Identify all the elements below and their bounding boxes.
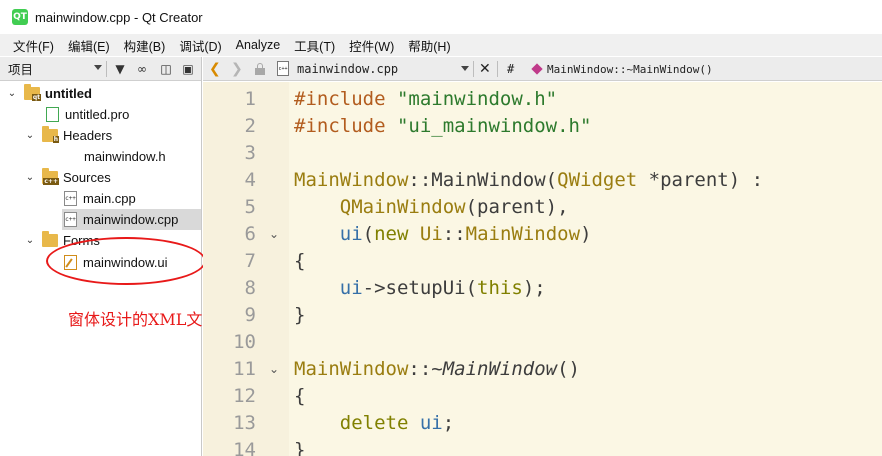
open-file-combo[interactable]: mainwindow.cpp [297,57,398,81]
tree-item-untitled[interactable]: ⌄ qt untitled [6,83,92,104]
filter-icon[interactable]: ▼ [112,61,128,77]
line-number: 2 [244,115,256,137]
close-pane-icon[interactable]: ▣ [180,61,196,77]
project-folder-icon: qt [24,84,41,101]
chevron-down-icon[interactable]: ⌄ [6,88,18,100]
line-number-gutter: 1 2 3 4 5 6 ⌄ 7 8 9 10 11 ⌄ 12 13 14 [203,82,289,456]
code-line-4[interactable]: MainWindow::MainWindow(QWidget *parent) … [294,167,763,194]
code-line-6[interactable]: ui(new Ui::MainWindow) [294,221,592,248]
title-bar: QT mainwindow.cpp - Qt Creator [0,0,882,34]
tree-item-label: untitled.pro [65,107,130,122]
sidebar-toolbar: 项目 ▼ ∞ ◫ ▣ [0,57,201,81]
code-line-14[interactable]: } [294,437,305,456]
tree-item-label: Headers [63,128,113,143]
chevron-down-icon[interactable]: ⌄ [24,172,36,184]
file-combo-arrow-icon[interactable] [461,66,469,71]
forms-folder-icon [42,231,58,247]
symbol-icon [531,63,543,75]
menu-tools[interactable]: 工具(T) [287,36,342,55]
menu-file[interactable]: 文件(F) [6,36,61,55]
menu-debug[interactable]: 调试(D) [172,36,228,55]
split-icon[interactable]: ◫ [158,61,174,77]
tree-item-headers[interactable]: ⌄ h Headers [24,125,112,146]
chevron-down-icon[interactable]: ⌄ [24,235,36,247]
fold-chevron-icon[interactable]: ⌄ [269,221,279,248]
line-number: 10 [233,331,256,353]
view-combo[interactable]: 项目 [8,59,33,78]
code-line-8[interactable]: ui->setupUi(this); [294,275,546,302]
tree-item-label: main.cpp [83,191,136,206]
chevron-down-icon[interactable]: ⌄ [24,130,36,142]
fold-chevron-icon[interactable]: ⌄ [269,356,279,383]
code-line-11[interactable]: MainWindow::~MainWindow() [294,356,580,383]
line-number: 3 [244,142,256,164]
symbol-combo[interactable]: MainWindow::~MainWindow() [547,57,713,81]
line-number: 4 [244,169,256,191]
window-title: mainwindow.cpp - Qt Creator [35,9,203,25]
tree-item-label: mainwindow.cpp [83,212,179,227]
menu-edit[interactable]: 编辑(E) [61,36,117,55]
line-number: 6 [244,223,256,245]
pro-file-icon [46,107,59,122]
annotation-ellipse [46,237,206,285]
cpp-file-icon: c++ [64,212,77,227]
code-line-13[interactable]: delete ui; [294,410,454,437]
tree-item-label: untitled [45,86,92,101]
tree-item-main-cpp[interactable]: c++ main.cpp [64,188,136,209]
line-number: 13 [233,412,256,434]
line-number: 8 [244,277,256,299]
lock-icon [255,63,265,75]
headers-folder-icon: h [42,126,59,143]
line-number: 14 [233,439,256,456]
line-number: 5 [244,196,256,218]
menu-build[interactable]: 构建(B) [117,36,173,55]
code-line-2[interactable]: #include "ui_mainwindow.h" [294,113,591,140]
code-line-12[interactable]: { [294,383,305,410]
sources-folder-icon: c++ [42,168,59,185]
menu-bar: 文件(F) 编辑(E) 构建(B) 调试(D) Analyze 工具(T) 控件… [0,34,882,56]
menu-help[interactable]: 帮助(H) [401,36,457,55]
code-line-7[interactable]: { [294,248,305,275]
qt-creator-icon: QT [12,9,28,25]
code-line-9[interactable]: } [294,302,305,329]
tree-item-sources[interactable]: ⌄ c++ Sources [24,167,111,188]
code-line-5[interactable]: QMainWindow(parent), [294,194,569,221]
toolbar-separator [106,61,107,77]
hash-selector[interactable]: # [507,57,514,81]
combo-arrow-icon[interactable] [94,65,102,70]
line-number: 12 [233,385,256,407]
tree-item-pro-file[interactable]: untitled.pro [46,104,129,125]
toolbar-separator [473,61,474,77]
line-number: 1 [244,88,256,110]
editor-toolbar: ❮ ❯ c++ mainwindow.cpp ✕ # MainWindow::~… [203,57,882,81]
line-number: 7 [244,250,256,272]
tree-item-mainwindow-cpp[interactable]: c++ mainwindow.cpp [62,209,201,230]
menu-controls[interactable]: 控件(W) [342,36,401,55]
annotation-text: 窗体设计的XML文件 [68,310,219,329]
code-editor[interactable]: #include "mainwindow.h" #include "ui_mai… [289,82,882,456]
toolbar-separator [497,61,498,77]
back-arrow-icon[interactable]: ❮ [209,57,221,81]
tree-item-label: mainwindow.h [84,149,166,164]
code-line-1[interactable]: #include "mainwindow.h" [294,86,557,113]
forward-arrow-icon[interactable]: ❯ [231,57,243,81]
tree-item-mainwindow-h[interactable]: mainwindow.h [84,146,166,167]
tree-item-label: Sources [63,170,111,185]
line-number: 9 [244,304,256,326]
link-icon[interactable]: ∞ [134,61,150,77]
cpp-file-icon: c++ [64,191,77,206]
close-document-icon[interactable]: ✕ [479,57,491,81]
menu-analyze[interactable]: Analyze [229,38,287,52]
line-number: 11 [233,358,256,380]
cpp-file-icon: c++ [277,61,289,76]
